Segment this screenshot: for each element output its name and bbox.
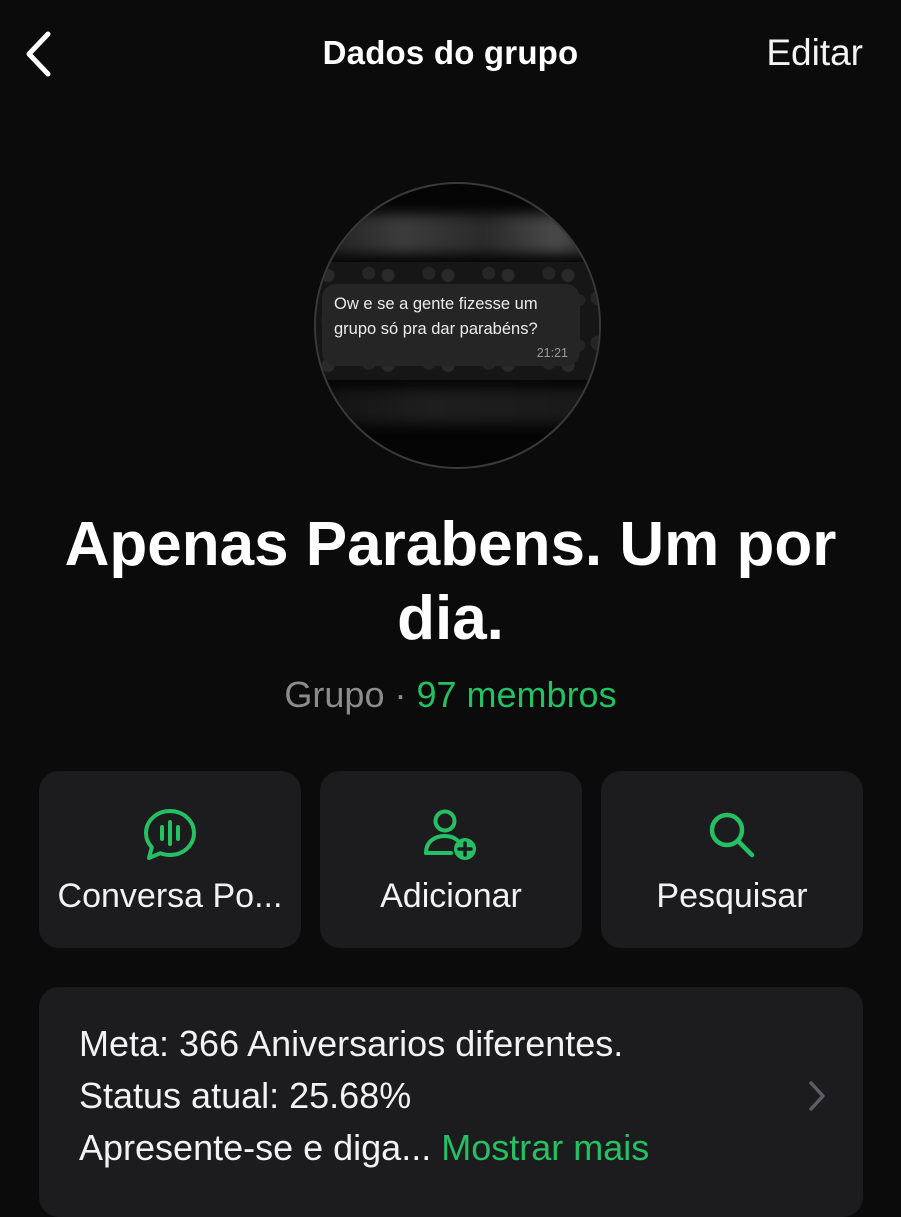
group-name: Apenas Parabens. Um por dia.	[64, 510, 837, 653]
avatar-blurred-footer	[316, 389, 599, 424]
action-buttons: Conversa Po... Adicionar Pesquisar	[39, 771, 863, 948]
show-more-link[interactable]: Mostrar mais	[441, 1127, 649, 1168]
add-person-icon	[424, 809, 476, 860]
description-line-2: Status atual: 25.68%	[79, 1075, 412, 1116]
members-count-link[interactable]: 97 membros	[417, 674, 617, 715]
description-line-1: Meta: 366 Aniversarios diferentes.	[79, 1023, 624, 1064]
separator-dot: ·	[394, 674, 407, 715]
voice-chat-button[interactable]: Conversa Po...	[39, 771, 301, 948]
group-description-card[interactable]: Meta: 366 Aniversarios diferentes. Statu…	[39, 987, 863, 1217]
voice-chat-label: Conversa Po...	[57, 877, 283, 915]
avatar-message-bubble: Ow e se a gente fizesse um grupo só pra …	[322, 284, 580, 366]
description-truncated-text: Apresente-se e diga...	[79, 1127, 432, 1168]
group-avatar[interactable]: Ow e se a gente fizesse um grupo só pra …	[316, 184, 599, 467]
add-member-label: Adicionar	[380, 877, 522, 915]
group-type: Grupo	[284, 674, 385, 715]
avatar-message-text: Ow e se a gente fizesse um grupo só pra …	[334, 295, 538, 338]
voice-chat-icon	[144, 809, 196, 860]
chevron-right-icon	[809, 1081, 825, 1111]
edit-button[interactable]: Editar	[766, 32, 863, 74]
avatar-blurred-header	[316, 214, 599, 254]
avatar-message-time: 21:21	[536, 346, 568, 360]
description-line-3: Apresente-se e diga... Mostrar mais	[79, 1127, 649, 1169]
search-label: Pesquisar	[656, 877, 808, 915]
group-subtitle: Grupo · 97 membros	[0, 674, 901, 716]
search-icon	[709, 812, 755, 858]
add-member-button[interactable]: Adicionar	[320, 771, 582, 948]
navigation-bar: Dados do grupo Editar	[0, 0, 901, 110]
search-button[interactable]: Pesquisar	[601, 771, 863, 948]
